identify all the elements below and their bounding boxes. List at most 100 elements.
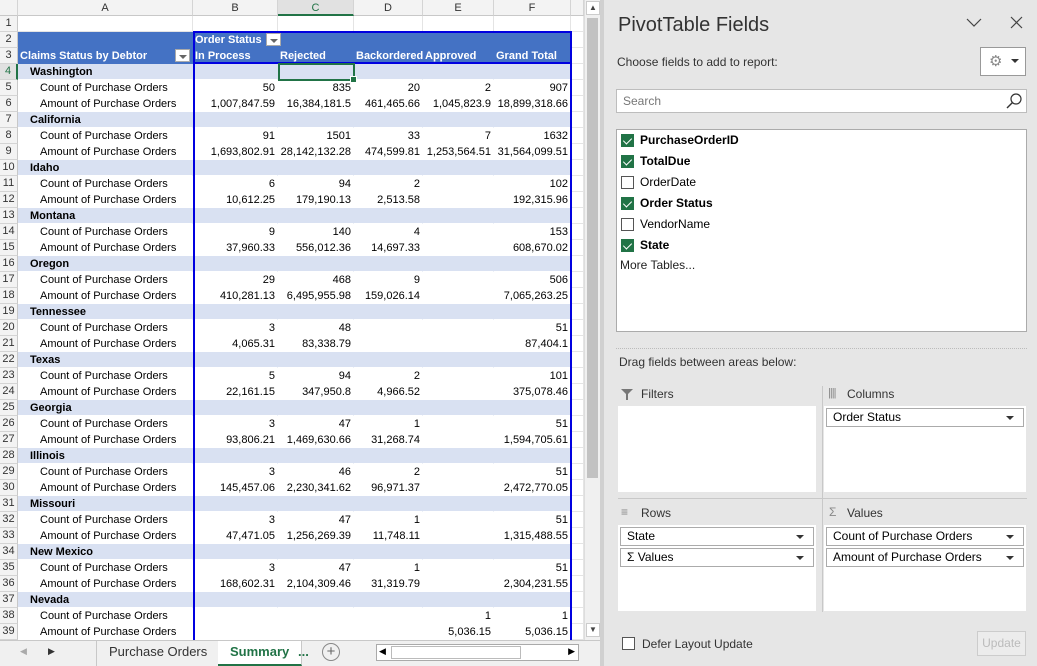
column-header-C[interactable]: C <box>278 0 354 16</box>
cell[interactable] <box>571 208 584 224</box>
cell[interactable] <box>494 256 571 272</box>
value-cell[interactable]: 11,748.11 <box>354 528 423 544</box>
update-button[interactable]: Update <box>977 631 1026 656</box>
value-cell[interactable] <box>354 624 423 640</box>
value-cell[interactable]: 47,471.05 <box>193 528 278 544</box>
value-cell[interactable]: 87,404.1 <box>494 336 571 352</box>
value-cell[interactable]: 47 <box>278 512 354 528</box>
value-cell[interactable]: 410,281.13 <box>193 288 278 304</box>
value-cell[interactable] <box>278 608 354 624</box>
row-header[interactable]: 14 <box>0 224 18 240</box>
value-cell[interactable] <box>423 224 494 240</box>
value-cell[interactable] <box>423 176 494 192</box>
cell[interactable] <box>193 64 278 80</box>
field-checkbox[interactable] <box>621 196 634 210</box>
value-label[interactable]: Count of Purchase Orders <box>18 464 193 480</box>
value-cell[interactable] <box>278 624 354 640</box>
values-item-amount[interactable]: Amount of Purchase Orders <box>826 548 1024 567</box>
value-label[interactable]: Amount of Purchase Orders <box>18 528 193 544</box>
state-label[interactable]: Oregon <box>18 256 193 272</box>
state-label[interactable]: Washington <box>18 64 193 80</box>
cell[interactable] <box>571 224 584 240</box>
value-cell[interactable]: 1,253,564.51 <box>423 144 494 160</box>
value-cell[interactable]: 31,319.79 <box>354 576 423 592</box>
row-header[interactable]: 4 <box>0 64 18 80</box>
value-label[interactable]: Amount of Purchase Orders <box>18 336 193 352</box>
cell[interactable] <box>571 608 584 624</box>
cell[interactable] <box>494 112 571 128</box>
value-cell[interactable]: 51 <box>494 416 571 432</box>
value-cell[interactable]: 5 <box>193 368 278 384</box>
row-header[interactable]: 34 <box>0 544 18 560</box>
value-label[interactable]: Count of Purchase Orders <box>18 560 193 576</box>
value-label[interactable]: Count of Purchase Orders <box>18 224 193 240</box>
cell[interactable] <box>494 448 571 464</box>
value-cell[interactable]: 51 <box>494 560 571 576</box>
cell[interactable] <box>571 416 584 432</box>
value-cell[interactable]: 168,602.31 <box>193 576 278 592</box>
value-cell[interactable]: 2,104,309.46 <box>278 576 354 592</box>
cell[interactable] <box>193 112 278 128</box>
value-cell[interactable]: 1 <box>354 560 423 576</box>
value-cell[interactable]: 1632 <box>494 128 571 144</box>
cell[interactable] <box>278 160 354 176</box>
value-cell[interactable]: 33 <box>354 128 423 144</box>
cell[interactable] <box>423 112 494 128</box>
row-header[interactable]: 1 <box>0 16 18 32</box>
value-cell[interactable] <box>423 432 494 448</box>
tab-prev-icon[interactable]: ◀ <box>20 646 27 657</box>
value-cell[interactable]: 9 <box>354 272 423 288</box>
value-cell[interactable] <box>423 576 494 592</box>
value-cell[interactable]: 5,036.15 <box>423 624 494 640</box>
row-header[interactable]: 35 <box>0 560 18 576</box>
cell[interactable] <box>494 160 571 176</box>
state-label[interactable]: New Mexico <box>18 544 193 560</box>
cell[interactable] <box>354 448 423 464</box>
search-icon[interactable] <box>1006 93 1022 109</box>
value-cell[interactable]: 608,670.02 <box>494 240 571 256</box>
row-header[interactable]: 9 <box>0 144 18 160</box>
cell[interactable] <box>571 544 584 560</box>
cell[interactable] <box>571 304 584 320</box>
cell[interactable] <box>571 528 584 544</box>
cell[interactable] <box>571 496 584 512</box>
cell[interactable] <box>278 496 354 512</box>
value-cell[interactable]: 51 <box>494 464 571 480</box>
cell[interactable] <box>571 48 584 64</box>
value-label[interactable]: Amount of Purchase Orders <box>18 384 193 400</box>
cell[interactable] <box>278 256 354 272</box>
value-cell[interactable] <box>423 384 494 400</box>
value-cell[interactable]: 159,026.14 <box>354 288 423 304</box>
value-cell[interactable]: 5,036.15 <box>494 624 571 640</box>
cell[interactable] <box>278 352 354 368</box>
field-checkbox[interactable] <box>621 217 634 231</box>
value-cell[interactable] <box>354 320 423 336</box>
value-cell[interactable]: 3 <box>193 320 278 336</box>
value-cell[interactable]: 2,304,231.55 <box>494 576 571 592</box>
value-cell[interactable]: 3 <box>193 416 278 432</box>
value-cell[interactable]: 31,268.74 <box>354 432 423 448</box>
field-item[interactable]: State <box>621 235 669 255</box>
more-tables-link[interactable]: More Tables... <box>620 258 695 272</box>
search-input[interactable]: Search <box>616 89 1027 113</box>
row-header[interactable]: 3 <box>0 48 18 64</box>
cell[interactable] <box>278 16 354 32</box>
cell[interactable] <box>571 144 584 160</box>
row-header[interactable]: 18 <box>0 288 18 304</box>
cell[interactable] <box>571 32 584 48</box>
field-checkbox[interactable] <box>621 133 634 147</box>
cell[interactable] <box>423 544 494 560</box>
cell[interactable] <box>278 32 354 48</box>
cell[interactable] <box>571 480 584 496</box>
value-cell[interactable]: 2 <box>354 464 423 480</box>
rows-item-values[interactable]: Σ Values <box>620 548 814 567</box>
cell[interactable] <box>494 208 571 224</box>
cell[interactable] <box>354 208 423 224</box>
value-cell[interactable]: 506 <box>494 272 571 288</box>
cell[interactable] <box>571 560 584 576</box>
cell[interactable] <box>278 64 354 80</box>
scroll-down-button[interactable]: ▼ <box>586 623 600 637</box>
cell[interactable] <box>423 16 494 32</box>
value-label[interactable]: Count of Purchase Orders <box>18 128 193 144</box>
value-cell[interactable]: 153 <box>494 224 571 240</box>
